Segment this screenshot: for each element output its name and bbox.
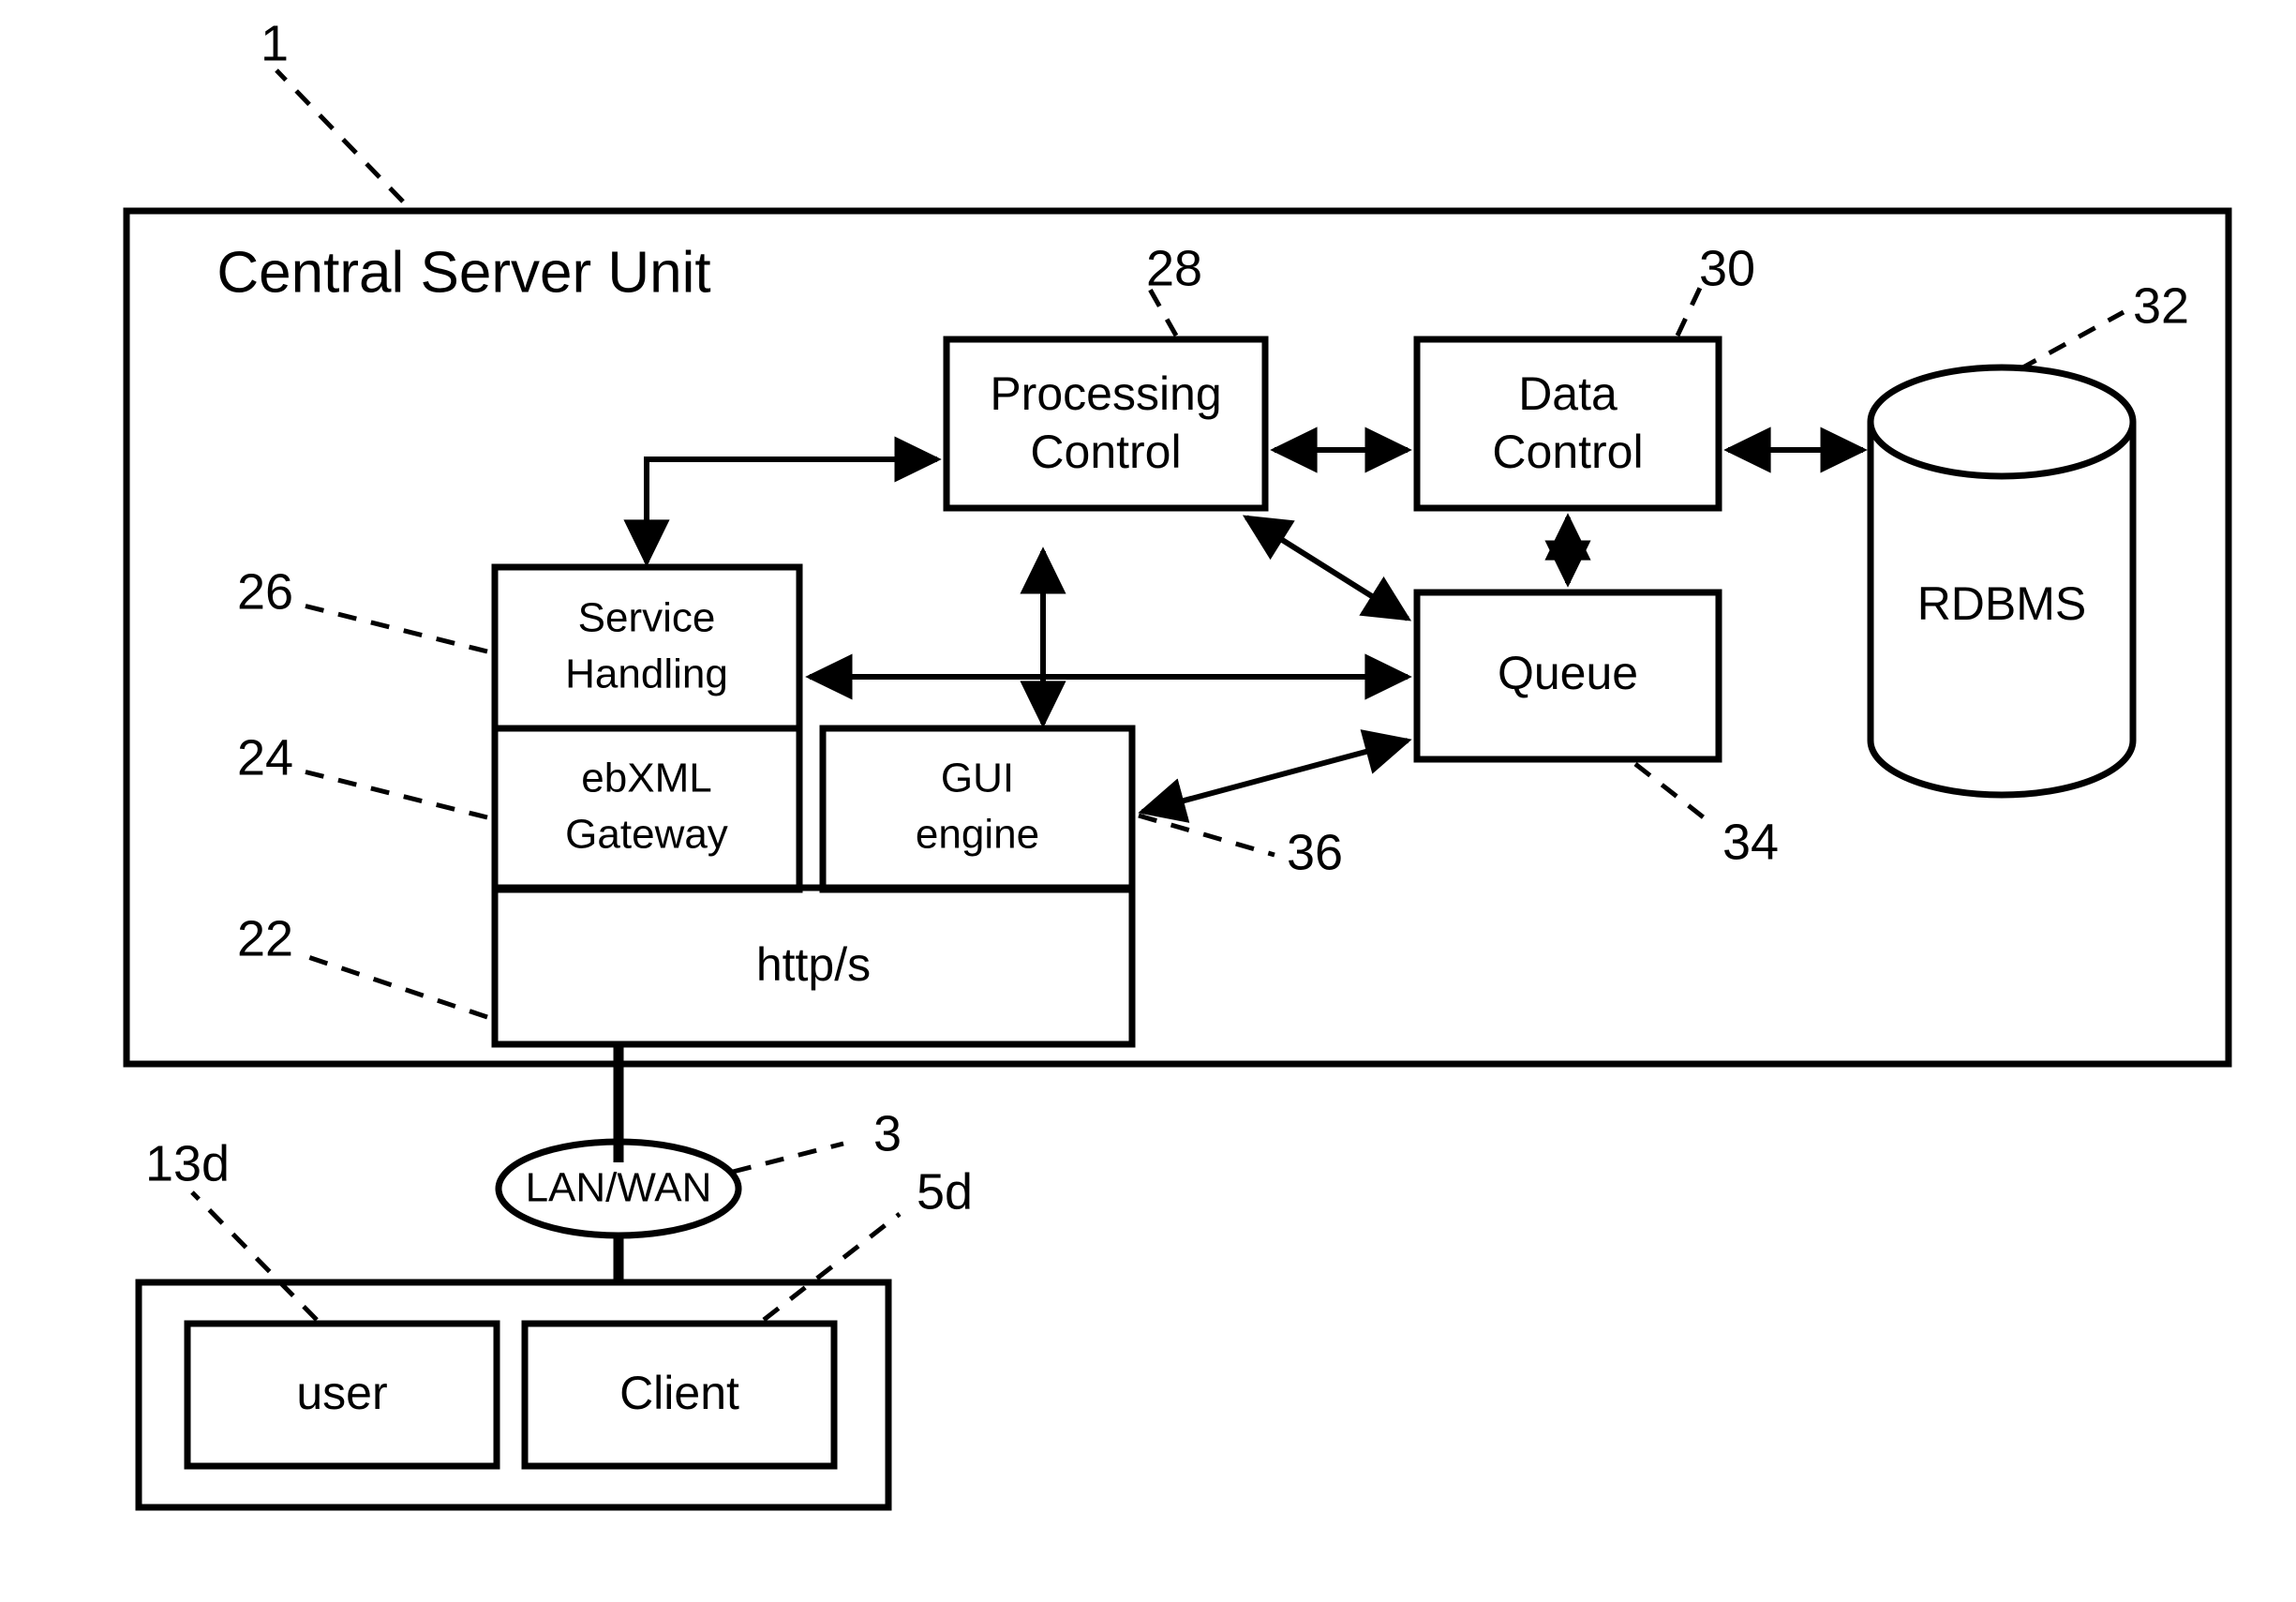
lan-wan-label: LAN/WAN xyxy=(526,1165,712,1211)
page-title: Central Server Unit xyxy=(216,240,710,305)
leader-line-5d xyxy=(762,1212,902,1322)
queue-label: Queue xyxy=(1498,647,1638,699)
client-label: Client xyxy=(619,1367,739,1419)
processing-control-label-line1: Processing xyxy=(990,367,1221,420)
processing-control-label-line2: Control xyxy=(1030,426,1181,478)
connector-service-handling-to-processing-control xyxy=(623,436,942,567)
leader-line-26 xyxy=(299,602,488,654)
ref-label-36: 36 xyxy=(1287,824,1343,880)
service-handling-label-line1: Service xyxy=(578,595,716,641)
ref-label-24: 24 xyxy=(237,729,293,786)
user-label: user xyxy=(296,1367,387,1419)
gui-engine-label-line1: GUI xyxy=(941,756,1014,801)
system-architecture-diagram: Central Server Unit 1 Processing Control… xyxy=(123,15,2232,1511)
leader-line-36 xyxy=(1138,813,1275,858)
service-handling-label-line2: Handling xyxy=(565,651,728,697)
gui-engine-label-line2: engine xyxy=(916,812,1039,858)
ebxml-gateway-box[interactable] xyxy=(491,725,803,893)
ebxml-gateway-label-line2: Gateway xyxy=(565,812,728,858)
ref-label-30: 30 xyxy=(1699,240,1755,296)
data-control-label-line2: Control xyxy=(1492,426,1643,478)
data-control-label-line1: Data xyxy=(1518,367,1618,420)
leader-line-3 xyxy=(732,1141,844,1175)
leader-line-22 xyxy=(299,951,488,1020)
leader-line-24 xyxy=(299,768,488,820)
processing-control-box[interactable] xyxy=(943,336,1269,512)
ref-label-26: 26 xyxy=(237,563,293,620)
https-label: http/s xyxy=(756,938,871,991)
patent-figure-root: Central Server Unit 1 Processing Control… xyxy=(0,0,2296,1602)
ref-label-34: 34 xyxy=(1722,814,1779,870)
leader-line-34 xyxy=(1633,762,1715,827)
connector-queue-gui-engine xyxy=(1138,729,1412,823)
data-control-box[interactable] xyxy=(1413,336,1722,512)
leader-line-32 xyxy=(2018,309,2125,372)
ref-label-32: 32 xyxy=(2133,277,2189,334)
ebxml-gateway-label-line1: ebXML xyxy=(581,756,711,801)
ref-label-1: 1 xyxy=(261,15,289,71)
client-terminal-container xyxy=(135,1279,892,1511)
ref-label-3: 3 xyxy=(873,1105,902,1161)
leader-line-30 xyxy=(1675,284,1704,337)
leader-line-13d xyxy=(190,1190,319,1322)
ref-label-5d: 5d xyxy=(917,1163,973,1220)
rdbms-label: RDBMS xyxy=(1917,577,2087,630)
ref-label-28: 28 xyxy=(1146,240,1202,296)
gui-engine-box[interactable] xyxy=(819,725,1136,893)
ref-label-13d: 13d xyxy=(145,1135,230,1191)
service-handling-box[interactable] xyxy=(491,563,803,732)
ref-label-22: 22 xyxy=(237,910,293,966)
leader-line-1 xyxy=(275,68,405,203)
connector-processing-control-queue xyxy=(1242,515,1412,621)
